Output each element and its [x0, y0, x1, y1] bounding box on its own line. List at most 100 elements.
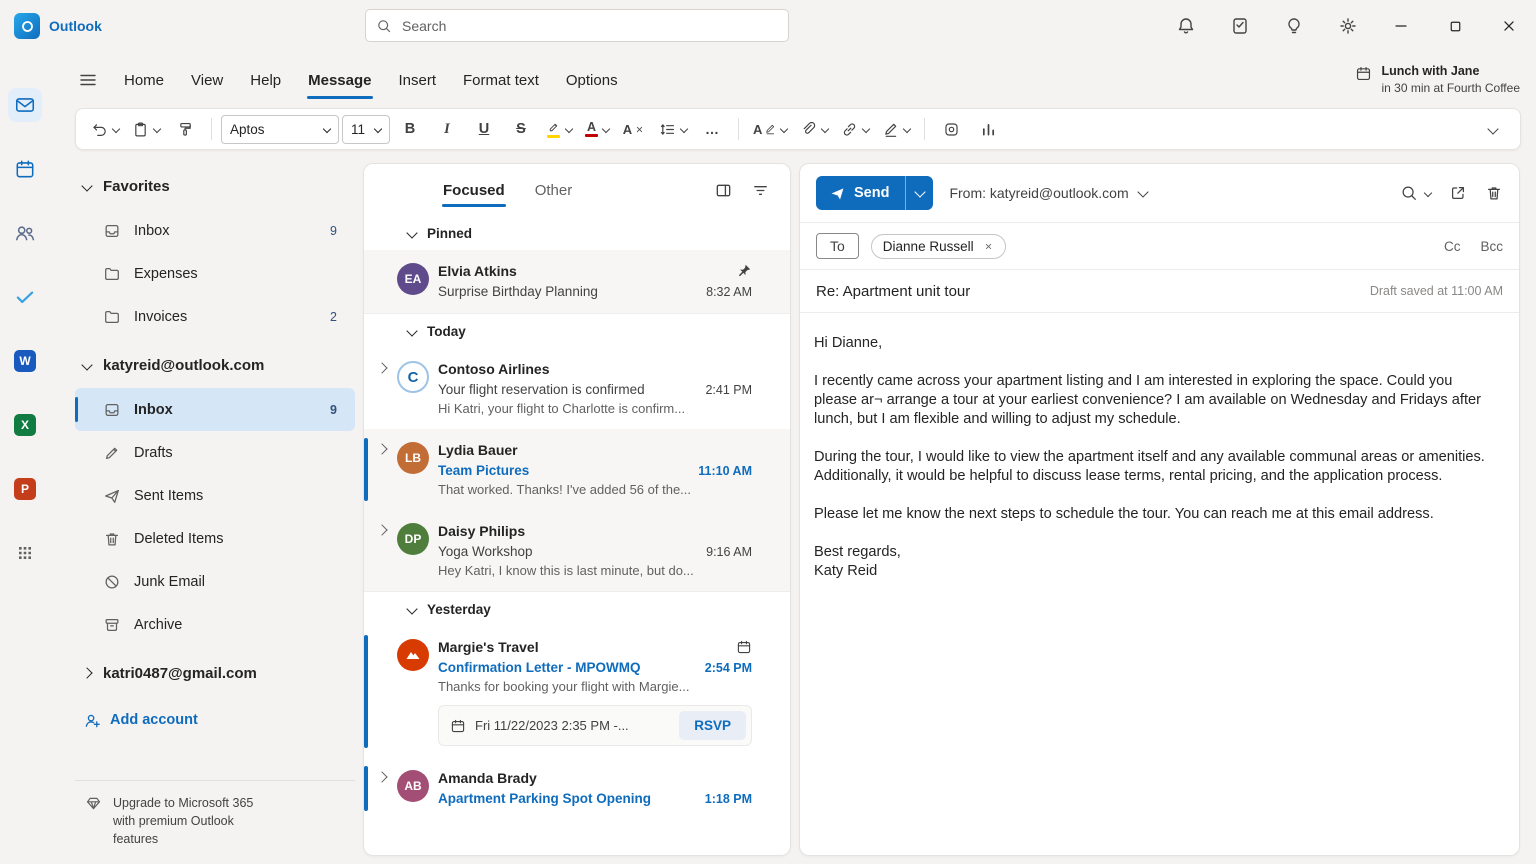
more-apps-grid-icon[interactable]	[8, 536, 42, 570]
sidebar-item-inbox[interactable]: Inbox9	[75, 388, 355, 431]
font-size-select[interactable]: 11	[342, 115, 390, 144]
tasks-icon[interactable]	[1228, 14, 1252, 38]
todo-app-icon[interactable]	[8, 280, 42, 314]
tab-focused[interactable]: Focused	[442, 178, 506, 203]
rsvp-button[interactable]: RSVP	[679, 711, 746, 740]
from-selector[interactable]: From: katyreid@outlook.com	[949, 185, 1146, 201]
bold-button[interactable]: B	[393, 114, 427, 144]
calendar-app-icon[interactable]	[8, 152, 42, 186]
expand-chevron-icon[interactable]	[376, 521, 388, 580]
app-title: Outlook	[49, 18, 102, 34]
loop-component-button[interactable]	[934, 114, 968, 144]
group-header-yesterday[interactable]: Yesterday	[364, 591, 790, 626]
zoom-control[interactable]	[1400, 184, 1431, 202]
word-app-icon[interactable]: W	[8, 344, 42, 378]
avatar: AB	[397, 770, 429, 802]
group-header-today[interactable]: Today	[364, 313, 790, 348]
mail-app-icon[interactable]	[8, 88, 42, 122]
styles-button[interactable]: A	[748, 114, 792, 144]
font-color-button[interactable]: A	[580, 114, 614, 144]
sidebar-item-inbox-favorites[interactable]: Inbox9	[75, 209, 355, 252]
calendar-icon	[450, 718, 466, 734]
insert-link-button[interactable]	[836, 114, 874, 144]
remove-recipient-icon[interactable]	[983, 241, 994, 252]
italic-button[interactable]: I	[430, 114, 464, 144]
message-row-margie[interactable]: Margie's Travel Confirmation Letter - MP…	[364, 626, 790, 757]
clear-formatting-button[interactable]: A	[617, 114, 651, 144]
open-in-new-window-icon[interactable]	[1449, 184, 1467, 202]
upgrade-banner[interactable]: Upgrade to Microsoft 365 with premium Ou…	[75, 780, 355, 864]
recipient-pill[interactable]: Dianne Russell	[871, 234, 1006, 259]
hamburger-menu-icon[interactable]	[75, 67, 101, 93]
sidebar-item-invoices[interactable]: Invoices2	[75, 295, 355, 338]
search-input[interactable]	[400, 17, 778, 35]
filter-icon[interactable]	[751, 181, 770, 200]
font-family-select[interactable]: Aptos	[221, 115, 339, 144]
sidebar-item-junk-email[interactable]: Junk Email	[75, 560, 355, 603]
expand-chevron-icon[interactable]	[376, 440, 388, 499]
outlook-logo-icon[interactable]	[14, 13, 40, 39]
tab-message[interactable]: Message	[307, 68, 372, 93]
line-spacing-button[interactable]	[654, 114, 692, 144]
reading-pane-layout-icon[interactable]	[714, 181, 733, 200]
send-button[interactable]: Send	[816, 176, 905, 210]
cc-button[interactable]: Cc	[1444, 239, 1461, 254]
excel-app-icon[interactable]: X	[8, 408, 42, 442]
tab-help[interactable]: Help	[249, 68, 282, 93]
powerpoint-app-icon[interactable]: P	[8, 472, 42, 506]
gmail-account-section-header[interactable]: katri0487@gmail.com	[75, 650, 355, 696]
draft-saved-status: Draft saved at 11:00 AM	[1370, 284, 1503, 298]
format-painter-button[interactable]	[168, 114, 202, 144]
more-formatting-button[interactable]: …	[695, 114, 729, 144]
expand-chevron-icon[interactable]	[376, 768, 388, 809]
send-options-chevron-icon[interactable]	[905, 176, 933, 210]
to-button[interactable]: To	[816, 233, 859, 259]
sidebar-item-expenses[interactable]: Expenses	[75, 252, 355, 295]
tab-format-text[interactable]: Format text	[462, 68, 540, 93]
sidebar-item-drafts[interactable]: Drafts	[75, 431, 355, 474]
tab-home[interactable]: Home	[123, 68, 165, 93]
meeting-rsvp-card[interactable]: Fri 11/22/2023 2:35 PM -... RSVP	[438, 705, 752, 746]
message-row-amanda[interactable]: AB Amanda Brady Apartment Parking Spot O…	[364, 757, 790, 820]
search-box[interactable]	[365, 9, 789, 42]
favorites-section-header[interactable]: Favorites	[75, 163, 355, 209]
highlight-color-button[interactable]	[541, 114, 577, 144]
pin-icon[interactable]	[736, 263, 752, 279]
tab-other[interactable]: Other	[534, 178, 574, 203]
tab-view[interactable]: View	[190, 68, 224, 93]
notifications-bell-icon[interactable]	[1174, 14, 1198, 38]
bcc-button[interactable]: Bcc	[1480, 239, 1503, 254]
message-body-editor[interactable]: Hi Dianne, I recently came across your a…	[800, 313, 1519, 601]
sidebar-item-archive[interactable]: Archive	[75, 603, 355, 646]
message-row-elvia[interactable]: EA Elvia Atkins Surprise Birthday Planni…	[364, 250, 790, 313]
subject-field[interactable]: Re: Apartment unit tour	[816, 283, 970, 300]
close-button[interactable]	[1482, 0, 1536, 52]
message-row-lydia[interactable]: LB Lydia Bauer Team Pictures11:10 AM Tha…	[364, 429, 790, 510]
message-row-daisy[interactable]: DP Daisy Philips Yoga Workshop9:16 AM He…	[364, 510, 790, 591]
signature-button[interactable]	[877, 114, 915, 144]
minimize-button[interactable]	[1374, 0, 1428, 52]
strikethrough-button[interactable]: S	[504, 114, 538, 144]
tips-lightbulb-icon[interactable]	[1282, 14, 1306, 38]
ribbon-expand-chevron-icon[interactable]	[1476, 114, 1510, 144]
settings-gear-icon[interactable]	[1336, 14, 1360, 38]
underline-button[interactable]: U	[467, 114, 501, 144]
paste-button[interactable]	[127, 114, 165, 144]
undo-button[interactable]	[86, 114, 124, 144]
message-row-contoso[interactable]: C Contoso Airlines Your flight reservati…	[364, 348, 790, 429]
delete-draft-trash-icon[interactable]	[1485, 184, 1503, 202]
account-section-header[interactable]: katyreid@outlook.com	[75, 342, 355, 388]
add-account-button[interactable]: Add account	[75, 696, 355, 744]
maximize-button[interactable]	[1428, 0, 1482, 52]
people-app-icon[interactable]	[8, 216, 42, 250]
sidebar-item-sent-items[interactable]: Sent Items	[75, 474, 355, 517]
poll-chart-button[interactable]	[971, 114, 1005, 144]
meeting-reminder[interactable]: Lunch with Jane in 30 min at Fourth Coff…	[1355, 63, 1520, 96]
tab-insert[interactable]: Insert	[398, 68, 438, 93]
attach-file-button[interactable]	[795, 114, 833, 144]
tab-options[interactable]: Options	[565, 68, 619, 93]
avatar: LB	[397, 442, 429, 474]
sidebar-item-deleted-items[interactable]: Deleted Items	[75, 517, 355, 560]
expand-chevron-icon[interactable]	[376, 359, 388, 418]
group-header-pinned[interactable]: Pinned	[364, 216, 790, 250]
